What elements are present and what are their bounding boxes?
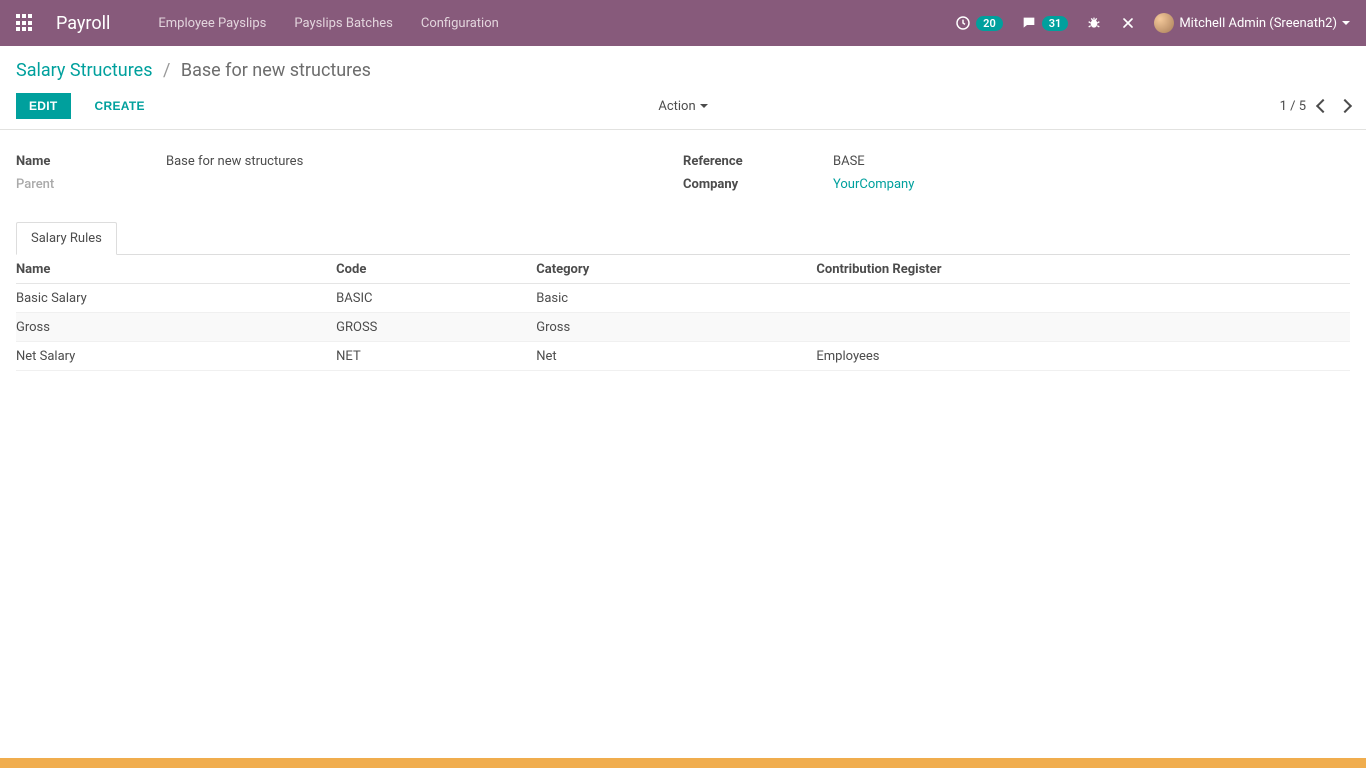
activities-indicator[interactable]: 20 [955, 15, 1003, 31]
parent-label: Parent [16, 177, 166, 192]
debug-button[interactable] [1086, 15, 1102, 31]
table-header-row: Name Code Category Contribution Register [16, 255, 1350, 284]
user-menu[interactable]: Mitchell Admin (Sreenath2) [1154, 13, 1350, 33]
bottom-accent-bar [0, 758, 1366, 768]
tab-salary-rules[interactable]: Salary Rules [16, 222, 117, 255]
apps-icon[interactable] [16, 14, 34, 32]
app-title[interactable]: Payroll [56, 13, 110, 34]
cell-name: Net Salary [16, 342, 336, 371]
avatar [1154, 13, 1174, 33]
pager-next-icon[interactable] [1338, 99, 1352, 113]
cell-category: Basic [536, 284, 816, 313]
systray: 20 31 Mitchell Admin (Sreenath2) [955, 13, 1350, 33]
activities-count: 20 [976, 16, 1003, 31]
cell-code: NET [336, 342, 536, 371]
cell-category: Gross [536, 313, 816, 342]
cell-name: Basic Salary [16, 284, 336, 313]
control-panel: Salary Structures / Base for new structu… [0, 46, 1366, 130]
nav-item-payslips[interactable]: Employee Payslips [158, 16, 266, 31]
table-row[interactable]: Basic Salary BASIC Basic [16, 284, 1350, 313]
action-dropdown[interactable]: Action [658, 99, 707, 114]
nav-item-batches[interactable]: Payslips Batches [294, 16, 393, 31]
table-row[interactable]: Gross GROSS Gross [16, 313, 1350, 342]
pager-text[interactable]: 1 / 5 [1280, 99, 1306, 114]
col-name[interactable]: Name [16, 255, 336, 284]
chevron-down-icon [700, 104, 708, 112]
cell-register: Employees [816, 342, 1350, 371]
col-category[interactable]: Category [536, 255, 816, 284]
breadcrumb: Salary Structures / Base for new structu… [16, 60, 1350, 81]
company-value: YourCompany [833, 177, 914, 192]
messages-count: 31 [1042, 16, 1069, 31]
name-value: Base for new structures [166, 154, 303, 169]
edit-button[interactable]: EDIT [16, 93, 71, 119]
chevron-down-icon [1342, 21, 1350, 29]
name-label: Name [16, 154, 166, 169]
company-link[interactable]: YourCompany [833, 177, 914, 192]
messages-indicator[interactable]: 31 [1021, 15, 1069, 31]
breadcrumb-parent[interactable]: Salary Structures [16, 60, 153, 81]
nav-item-config[interactable]: Configuration [421, 16, 499, 31]
col-register[interactable]: Contribution Register [816, 255, 1350, 284]
create-button[interactable]: CREATE [83, 94, 157, 118]
chat-icon [1021, 15, 1037, 31]
top-navbar: Payroll Employee Payslips Payslips Batch… [0, 0, 1366, 46]
salary-rules-table: Name Code Category Contribution Register… [16, 255, 1350, 371]
cell-name: Gross [16, 313, 336, 342]
reference-label: Reference [683, 154, 833, 169]
cell-code: BASIC [336, 284, 536, 313]
reference-value: BASE [833, 154, 865, 169]
cell-category: Net [536, 342, 816, 371]
action-label: Action [658, 99, 695, 114]
cell-register [816, 284, 1350, 313]
bug-icon [1086, 15, 1102, 31]
breadcrumb-sep: / [163, 60, 170, 81]
pager-prev-icon[interactable] [1316, 99, 1330, 113]
table-row[interactable]: Net Salary NET Net Employees [16, 342, 1350, 371]
wrench-icon [1120, 15, 1136, 31]
company-label: Company [683, 177, 833, 192]
clock-icon [955, 15, 971, 31]
tabs: Salary Rules [16, 222, 1350, 255]
col-code[interactable]: Code [336, 255, 536, 284]
form-sheet: Name Base for new structures Reference B… [0, 130, 1366, 371]
cell-code: GROSS [336, 313, 536, 342]
cell-register [816, 313, 1350, 342]
nav-menu: Employee Payslips Payslips Batches Confi… [158, 16, 955, 31]
dev-tools-button[interactable] [1120, 15, 1136, 31]
user-label: Mitchell Admin (Sreenath2) [1179, 16, 1337, 31]
breadcrumb-current: Base for new structures [181, 60, 371, 81]
